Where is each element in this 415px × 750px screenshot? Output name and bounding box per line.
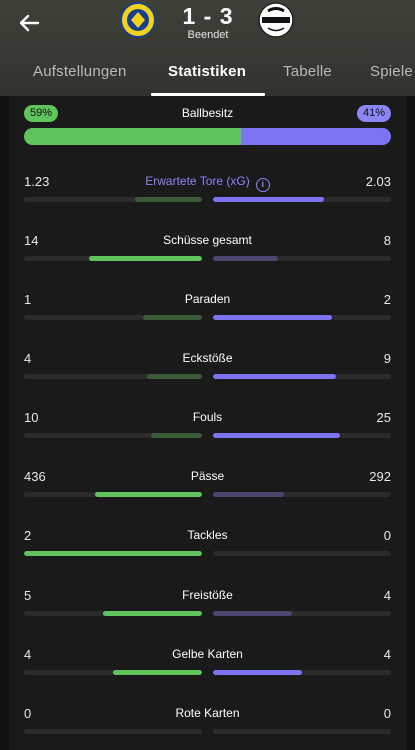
stat-label[interactable]: Erwartete Tore (xG) i <box>24 174 391 192</box>
away-stat-value: 4 <box>383 647 391 662</box>
stat-label: Tackles <box>24 528 391 542</box>
stat-label-text: Tackles <box>187 528 228 542</box>
stat-label-text: Paraden <box>184 292 231 306</box>
possession-label: Ballbesitz <box>181 106 234 120</box>
away-stat-fill <box>213 374 337 379</box>
away-stat-track <box>213 197 391 202</box>
home-stat-fill <box>113 670 202 675</box>
home-stat-fill <box>95 492 202 497</box>
possession-row: 59% Ballbesitz 41% <box>24 104 391 124</box>
home-stat-track <box>24 670 202 675</box>
stat-label: Rote Karten <box>24 706 391 720</box>
match-header: 1 - 3 Beendet Aufstellungen Statistiken … <box>0 0 415 96</box>
away-stat-track <box>213 729 391 734</box>
away-stat-fill <box>213 670 302 675</box>
away-stat-track <box>213 551 391 556</box>
home-stat-track <box>24 374 202 379</box>
stat-label-text: Erwartete Tore (xG) <box>145 174 250 188</box>
stat-label-text: Fouls <box>192 410 223 424</box>
home-stat-fill <box>103 611 202 616</box>
home-stat-track <box>24 492 202 497</box>
away-stat-value: 4 <box>383 588 391 603</box>
away-stat-fill <box>213 492 285 497</box>
away-stat-value: 2 <box>383 292 391 307</box>
tab-statistiken[interactable]: Statistiken <box>168 63 246 80</box>
stat-row: 14 Schüsse gesamt 8 <box>24 233 391 267</box>
stat-label: Eckstöße <box>24 351 391 365</box>
stat-row: 2 Tackles 0 <box>24 528 391 562</box>
home-stat-track <box>24 256 202 261</box>
away-stat-track <box>213 256 391 261</box>
stat-label-text: Schüsse gesamt <box>163 233 252 247</box>
home-team-crest-icon[interactable] <box>120 2 156 38</box>
away-team-crest-icon[interactable] <box>258 2 294 38</box>
stat-label: Freistöße <box>24 588 391 602</box>
away-stat-track <box>213 492 391 497</box>
away-stat-fill <box>213 197 324 202</box>
stat-row: 5 Freistöße 4 <box>24 588 391 622</box>
stat-row: 436 Pässe 292 <box>24 469 391 503</box>
stat-label-text: Freistöße <box>182 588 233 602</box>
tab-tabelle[interactable]: Tabelle <box>283 63 332 80</box>
stat-row: 4 Gelbe Karten 4 <box>24 647 391 681</box>
away-possession-fill <box>240 128 391 145</box>
stat-label-text: Rote Karten <box>175 706 240 720</box>
away-stat-fill <box>213 433 341 438</box>
home-stat-fill <box>147 374 202 379</box>
stat-label: Fouls <box>24 410 391 424</box>
home-stat-fill <box>142 315 202 320</box>
back-arrow-icon[interactable] <box>14 8 44 38</box>
home-stat-track <box>24 551 202 556</box>
stat-row: 4 Eckstöße 9 <box>24 351 391 385</box>
home-stat-track <box>24 611 202 616</box>
away-stat-track <box>213 611 391 616</box>
away-stat-fill <box>213 315 332 320</box>
away-stat-value: 2.03 <box>365 174 391 189</box>
home-stat-fill <box>88 256 202 261</box>
away-stat-fill <box>213 256 278 261</box>
home-stat-fill <box>151 433 202 438</box>
tab-spiele[interactable]: Spiele <box>370 63 413 80</box>
away-stat-value: 292 <box>369 469 391 484</box>
home-stat-fill <box>24 551 202 556</box>
stat-row: 10 Fouls 25 <box>24 410 391 444</box>
stat-row: 1.23 Erwartete Tore (xG) i 2.03 <box>24 174 391 208</box>
away-stat-track <box>213 374 391 379</box>
stat-label: Paraden <box>24 292 391 306</box>
match-status: Beendet <box>187 29 229 41</box>
tab-bar: Aufstellungen Statistiken Tabelle Spiele <box>0 58 415 96</box>
tab-aufstellungen[interactable]: Aufstellungen <box>33 63 127 80</box>
home-stat-track <box>24 729 202 734</box>
away-possession-badge: 41% <box>356 105 391 122</box>
away-stat-fill <box>213 611 293 616</box>
away-stat-value: 0 <box>383 706 391 721</box>
away-stat-track <box>213 315 391 320</box>
away-stat-value: 9 <box>383 351 391 366</box>
stat-label: Schüsse gesamt <box>24 233 391 247</box>
stat-label-text: Pässe <box>190 469 225 483</box>
stat-label: Gelbe Karten <box>24 647 391 661</box>
away-stat-track <box>213 670 391 675</box>
match-score: 1 - 3 <box>182 3 234 29</box>
active-tab-indicator <box>151 93 265 96</box>
away-stat-value: 25 <box>376 410 391 425</box>
away-stat-track <box>213 433 391 438</box>
home-possession-fill <box>24 128 241 145</box>
possession-bar <box>24 128 391 145</box>
info-icon[interactable]: i <box>255 178 270 192</box>
stat-label-text: Eckstöße <box>182 351 233 365</box>
home-stat-track <box>24 433 202 438</box>
away-stat-value: 0 <box>383 528 391 543</box>
stat-row: 1 Paraden 2 <box>24 292 391 326</box>
stat-row: 0 Rote Karten 0 <box>24 706 391 740</box>
away-stat-value: 8 <box>383 233 391 248</box>
home-stat-fill <box>134 197 202 202</box>
stat-label: Pässe <box>24 469 391 483</box>
stat-label-text: Gelbe Karten <box>172 647 243 661</box>
home-stat-track <box>24 197 202 202</box>
home-stat-track <box>24 315 202 320</box>
